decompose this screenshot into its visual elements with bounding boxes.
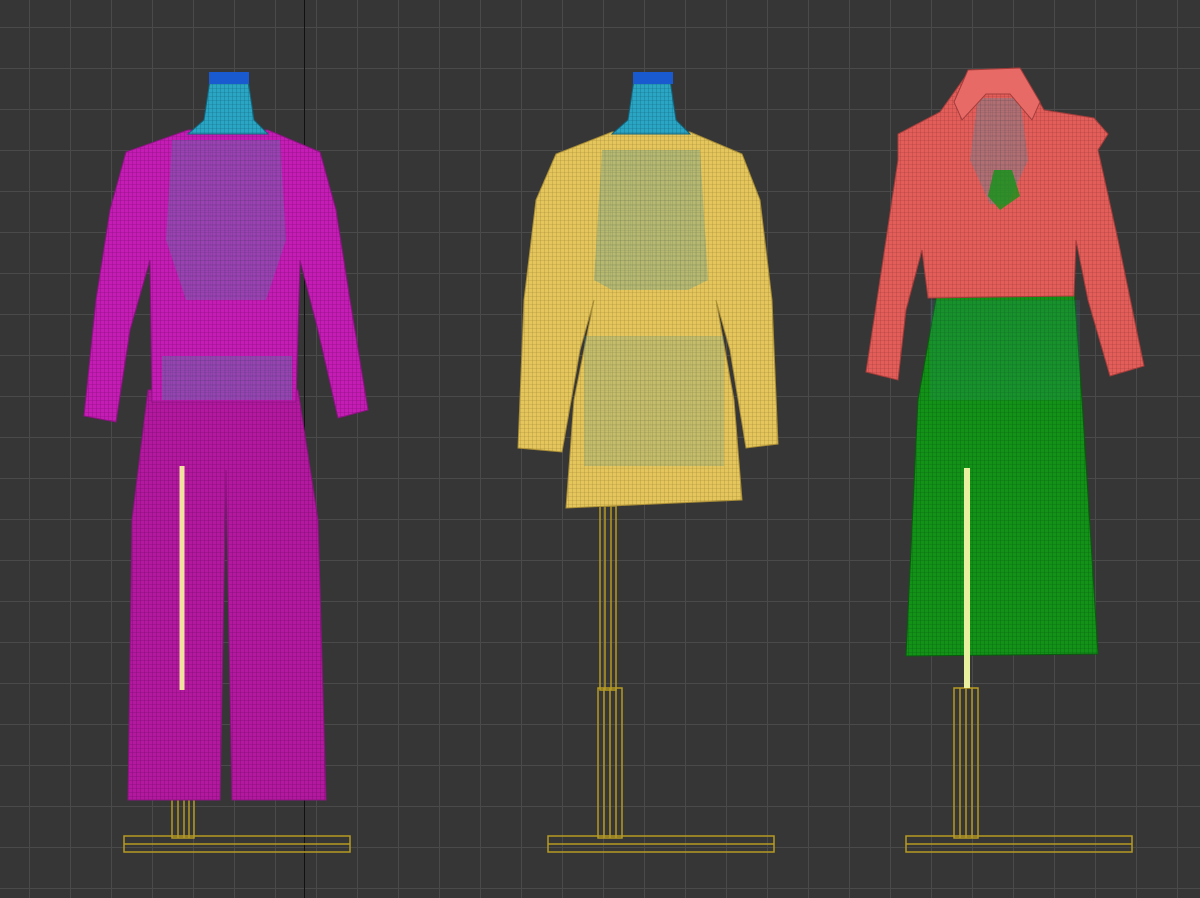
neck-cap-1 [209,72,249,84]
mannequin-1[interactable] [83,72,369,853]
mannequin-body-2 [594,150,708,290]
stand-3 [905,687,1133,853]
neck-cap-2 [633,72,673,84]
scene-canvas[interactable] [0,0,1200,898]
neck-1 [186,79,270,135]
mannequin-3[interactable] [865,67,1145,853]
viewport-3d[interactable] [0,0,1200,898]
mannequin-hip-1 [162,356,292,400]
neck-2 [610,79,692,135]
stand-2 [547,505,775,853]
mannequin-2[interactable] [517,72,779,853]
mannequin-body-1 [166,140,286,300]
pants-1[interactable] [127,389,327,801]
mannequin-hip-3 [930,300,1080,400]
mannequin-hip-2 [584,336,724,466]
